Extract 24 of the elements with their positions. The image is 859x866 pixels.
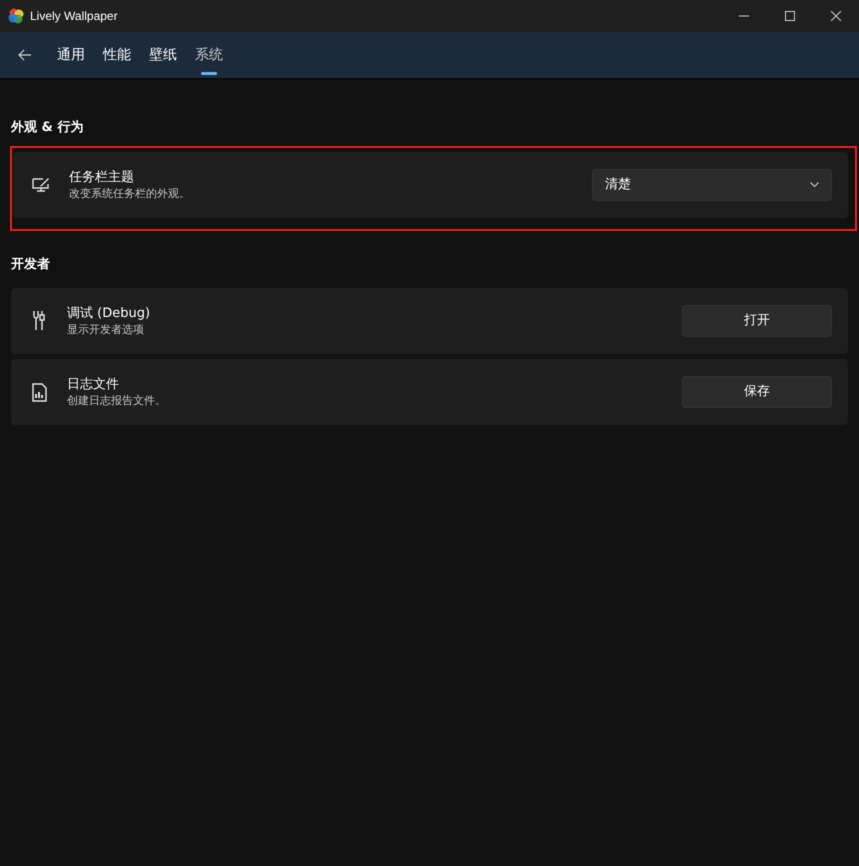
setting-title: 任务栏主题 bbox=[69, 168, 135, 186]
back-arrow-icon bbox=[18, 48, 32, 61]
chevron-down-icon bbox=[810, 182, 819, 187]
setting-title: 日志文件 bbox=[67, 376, 120, 393]
setting-description: 显示开发者选项 bbox=[67, 322, 145, 337]
setting-description: 创建日志报告文件。 bbox=[67, 393, 166, 408]
setting-description: 改变系统任务栏的外观。 bbox=[69, 186, 190, 200]
action-button[interactable]: 保存 bbox=[682, 376, 832, 408]
nav-tab[interactable]: 系统 bbox=[186, 31, 232, 79]
brush-monitor-icon bbox=[32, 176, 50, 192]
app-logo-icon bbox=[8, 8, 24, 24]
nav-tab[interactable]: 壁纸 bbox=[140, 31, 186, 79]
tools-icon bbox=[32, 310, 46, 332]
report-file-icon bbox=[32, 382, 46, 402]
window-title: Lively Wallpaper bbox=[30, 8, 118, 25]
nav-tab[interactable]: 通用 bbox=[48, 31, 94, 79]
setting-title: 调试 (Debug) bbox=[67, 305, 150, 322]
close-icon bbox=[831, 11, 841, 21]
action-button[interactable]: 打开 bbox=[682, 305, 832, 337]
section-heading: 开发者 bbox=[11, 256, 51, 274]
section-heading: 外观 & 行为 bbox=[11, 119, 84, 137]
nav-tab[interactable]: 性能 bbox=[94, 31, 140, 79]
theme-dropdown[interactable]: 清楚 bbox=[592, 168, 832, 200]
maximize-icon bbox=[785, 11, 795, 21]
